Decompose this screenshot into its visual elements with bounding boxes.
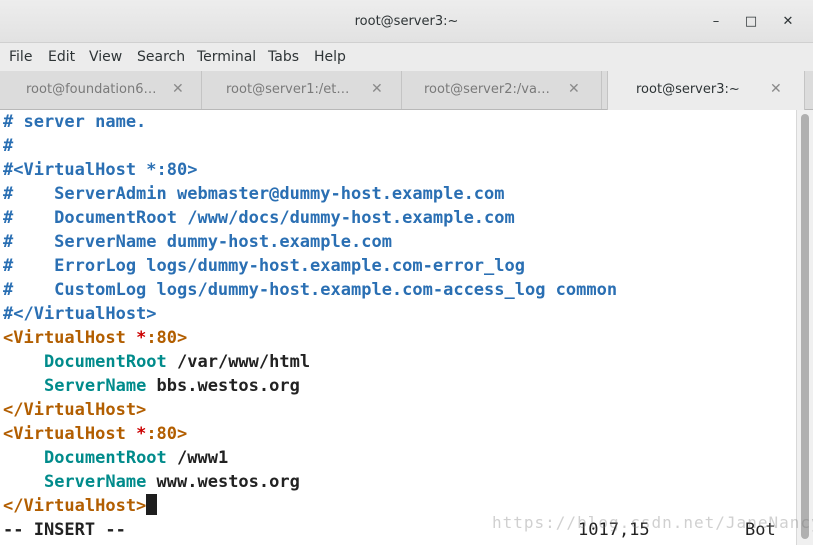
tab-server2[interactable]: root@server2:/va… ✕ bbox=[404, 71, 602, 109]
code-token: </VirtualHost> bbox=[3, 496, 147, 516]
editor-line: # server name. bbox=[3, 110, 146, 134]
menu-search[interactable]: Search bbox=[137, 49, 185, 65]
code-token: ServerName bbox=[43, 376, 147, 396]
menu-terminal[interactable]: Terminal bbox=[197, 49, 256, 65]
editor-line: # CustomLog logs/dummy-host.example.com-… bbox=[3, 278, 617, 302]
tab-label: root@foundation6… bbox=[26, 82, 157, 97]
menu-tabs[interactable]: Tabs bbox=[268, 49, 299, 65]
editor-line: DocumentRoot /www1 bbox=[3, 446, 228, 470]
tab-close-icon[interactable]: ✕ bbox=[568, 81, 580, 97]
code-token: # ErrorLog logs/dummy-host.example.com-e… bbox=[3, 256, 525, 276]
code-token: </VirtualHost> bbox=[3, 400, 147, 420]
code-token: * bbox=[136, 328, 147, 348]
menu-file[interactable]: File bbox=[9, 49, 32, 65]
code-token: www.westos.org bbox=[146, 472, 300, 492]
menu-help[interactable]: Help bbox=[314, 49, 346, 65]
window-title: root@server3:~ bbox=[354, 14, 459, 29]
code-token: <VirtualHost bbox=[3, 424, 137, 444]
code-token: /www1 bbox=[166, 448, 229, 468]
tab-foundation[interactable]: root@foundation6… ✕ bbox=[4, 71, 202, 109]
tab-bar: root@foundation6… ✕ root@server1:/et… ✕ … bbox=[0, 71, 813, 110]
editor-line: </VirtualHost> bbox=[3, 398, 146, 422]
code-token: # ServerName dummy-host.example.com bbox=[3, 232, 392, 252]
code-token: DocumentRoot bbox=[43, 352, 167, 372]
maximize-button[interactable]: □ bbox=[741, 12, 761, 32]
tab-close-icon[interactable]: ✕ bbox=[770, 81, 782, 97]
code-token: <VirtualHost bbox=[3, 328, 137, 348]
menu-bar: File Edit View Search Terminal Tabs Help bbox=[0, 43, 813, 71]
vim-mode-indicator: -- INSERT -- bbox=[3, 520, 126, 540]
editor-line: #</VirtualHost> bbox=[3, 302, 157, 326]
code-token: # bbox=[3, 136, 14, 156]
minimize-button[interactable]: – bbox=[706, 12, 726, 32]
code-token: DocumentRoot bbox=[43, 448, 167, 468]
tab-server1[interactable]: root@server1:/et… ✕ bbox=[204, 71, 402, 109]
editor-line: <VirtualHost *:80> bbox=[3, 326, 187, 350]
code-token: #</VirtualHost> bbox=[3, 304, 157, 324]
editor-line: </VirtualHost> bbox=[3, 494, 158, 518]
tab-close-icon[interactable]: ✕ bbox=[371, 81, 383, 97]
editor-line: # ErrorLog logs/dummy-host.example.com-e… bbox=[3, 254, 525, 278]
editor-line: # ServerAdmin webmaster@dummy-host.examp… bbox=[3, 182, 505, 206]
code-token: #<VirtualHost *:80> bbox=[3, 160, 198, 180]
watermark: https://blog.csdn.net/JaneNancy bbox=[492, 513, 813, 532]
code-token: :80> bbox=[146, 424, 188, 444]
text-cursor bbox=[146, 494, 158, 515]
menu-edit[interactable]: Edit bbox=[48, 49, 75, 65]
code-token: bbs.westos.org bbox=[146, 376, 300, 396]
close-button[interactable]: ✕ bbox=[778, 12, 798, 32]
code-token: # server name. bbox=[3, 112, 147, 132]
terminal-scrollbar[interactable] bbox=[796, 110, 813, 545]
code-token: # DocumentRoot /www/docs/dummy-host.exam… bbox=[3, 208, 515, 228]
code-token: :80> bbox=[146, 328, 188, 348]
code-token: # ServerAdmin webmaster@dummy-host.examp… bbox=[3, 184, 505, 204]
window-titlebar[interactable]: root@server3:~ – □ ✕ bbox=[0, 0, 813, 43]
editor-line: DocumentRoot /var/www/html bbox=[3, 350, 310, 374]
editor-line: <VirtualHost *:80> bbox=[3, 422, 187, 446]
tab-label: root@server3:~ bbox=[636, 82, 740, 97]
code-token: * bbox=[136, 424, 147, 444]
code-token: # CustomLog logs/dummy-host.example.com-… bbox=[3, 280, 618, 300]
editor-line: # DocumentRoot /www/docs/dummy-host.exam… bbox=[3, 206, 515, 230]
tab-label: root@server1:/et… bbox=[226, 82, 350, 97]
editor-line: # bbox=[3, 134, 13, 158]
editor-line: # ServerName dummy-host.example.com bbox=[3, 230, 392, 254]
editor-line: ServerName bbs.westos.org bbox=[3, 374, 300, 398]
editor-line: ServerName www.westos.org bbox=[3, 470, 300, 494]
editor-line: #<VirtualHost *:80> bbox=[3, 158, 197, 182]
tab-server3[interactable]: root@server3:~ ✕ bbox=[607, 71, 805, 110]
code-token: /var/www/html bbox=[166, 352, 311, 372]
menu-view[interactable]: View bbox=[89, 49, 122, 65]
tab-close-icon[interactable]: ✕ bbox=[172, 81, 184, 97]
code-token: ServerName bbox=[43, 472, 147, 492]
scrollbar-thumb[interactable] bbox=[801, 114, 809, 539]
tab-label: root@server2:/va… bbox=[424, 82, 550, 97]
terminal-view[interactable]: # server name. # #<VirtualHost *:80> # Serv… bbox=[0, 110, 796, 545]
